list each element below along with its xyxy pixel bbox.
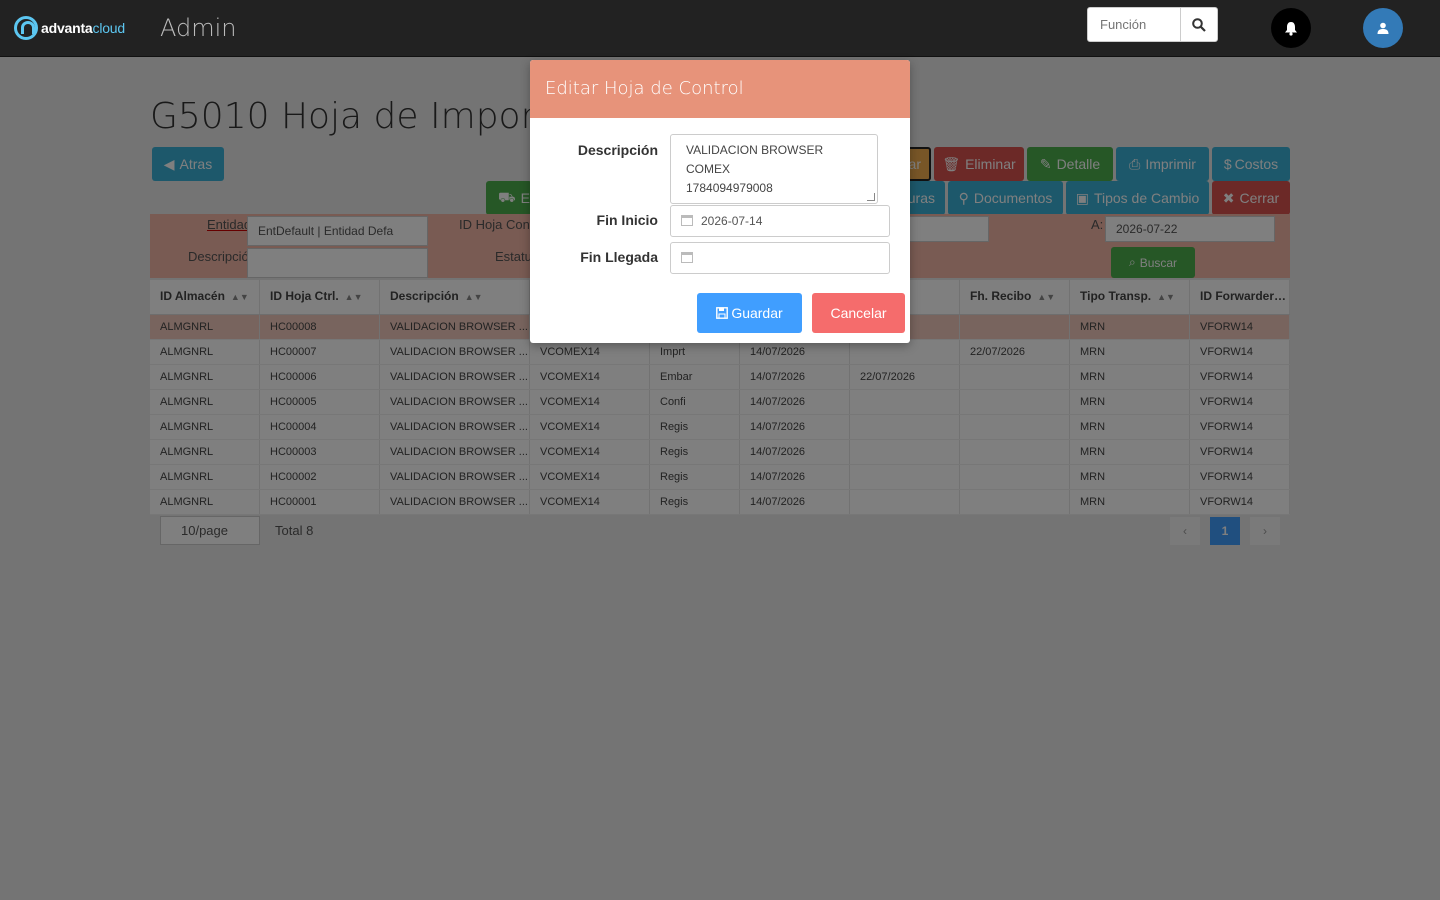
dialog-title: Editar Hoja de Control <box>530 60 910 118</box>
search-icon <box>1192 17 1206 32</box>
description-label: Descripción <box>577 142 658 158</box>
user-icon <box>1377 22 1389 34</box>
edit-control-sheet-dialog: Editar Hoja de Control Descripción VALID… <box>530 60 910 343</box>
fin-inicio-date-input[interactable]: 2026-07-14 <box>670 205 890 237</box>
user-menu-button[interactable] <box>1363 8 1403 48</box>
resize-handle[interactable] <box>867 193 875 201</box>
logo-text: advanta <box>41 20 93 36</box>
calendar-icon <box>681 252 693 263</box>
description-textarea[interactable]: VALIDACION BROWSER COMEX 1784094979008 <box>670 134 878 204</box>
calendar-icon <box>681 215 693 226</box>
fin-llegada-date-input[interactable] <box>670 242 890 274</box>
fin-llegada-label: Fin Llegada <box>580 249 658 265</box>
app-title: Admin <box>160 14 237 42</box>
save-label: Guardar <box>731 305 783 321</box>
fin-inicio-value: 2026-07-14 <box>701 214 763 228</box>
brand-logo[interactable]: advantacloud <box>14 16 125 40</box>
logo-text-cloud: cloud <box>92 20 126 36</box>
cancel-button[interactable]: Cancelar <box>812 293 905 333</box>
cloud-logo-icon <box>14 16 38 40</box>
search-button[interactable] <box>1180 8 1217 41</box>
description-line-1: VALIDACION BROWSER COMEX <box>686 143 824 176</box>
save-icon <box>716 307 729 319</box>
description-line-2: 1784094979008 <box>686 181 773 195</box>
bell-icon <box>1285 21 1297 36</box>
notifications-button[interactable] <box>1271 8 1311 48</box>
function-search <box>1087 7 1218 42</box>
save-button[interactable]: Guardar <box>697 293 802 333</box>
cancel-label: Cancelar <box>830 305 887 321</box>
fin-inicio-label: Fin Inicio <box>596 212 658 228</box>
function-search-input[interactable] <box>1088 8 1180 41</box>
top-navbar: advantacloud Admin <box>0 0 1440 57</box>
